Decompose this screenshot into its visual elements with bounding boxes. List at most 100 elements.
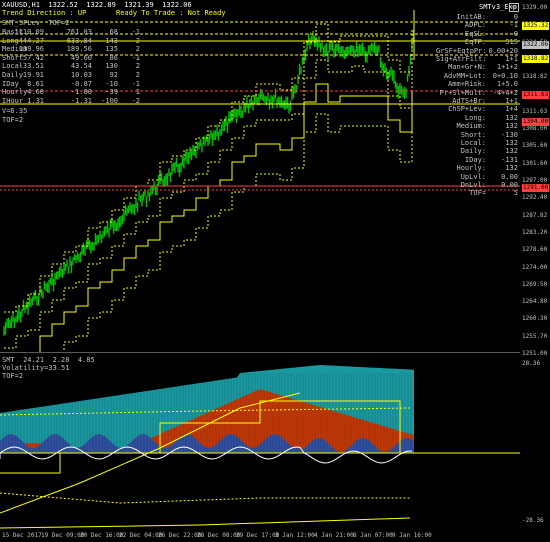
date-tick-label: 15 Dec 2017 <box>2 532 42 539</box>
date-tick-label: 3 Jan 12:00 <box>275 532 315 539</box>
date-tick-label: 28 Dec 08:00 <box>197 532 241 539</box>
panel-value: 1+4 <box>505 105 518 114</box>
panel-value: 0.00 <box>501 181 518 189</box>
price-tick-label: 1308.00 <box>522 125 548 133</box>
sub-volatility: Volatility=33.51 <box>2 364 70 372</box>
panel-value: 0 <box>513 29 518 38</box>
price-tag: 1318.82 <box>522 55 549 63</box>
panel-value: 132 <box>505 139 518 147</box>
panel-value: 0 <box>513 13 518 21</box>
price-tick-label: 1264.80 <box>522 298 548 306</box>
price-tick-label: 1251.00 <box>522 350 548 357</box>
trade-status: Ready To Trade : Not Ready <box>116 9 226 17</box>
stats-cell-d: 2 <box>135 45 140 54</box>
panel-key: Sig+AtrFilt: <box>436 55 487 63</box>
panel-key: Local: <box>460 139 486 147</box>
date-tick-label: 20 Dec 16:00 <box>80 532 124 539</box>
sub-tick-label: 28.36 <box>522 360 541 367</box>
panel-value: 0.00+20 <box>488 46 518 55</box>
oscillator-plot <box>0 365 520 529</box>
tof-line: TOF=2 <box>2 116 24 124</box>
panel-value: -131 <box>501 155 518 164</box>
time-axis[interactable]: 15 Dec 2017 19 Dec 09:00 20 Dec 16:00 22 De… <box>0 530 550 542</box>
stats-cell-d: -1 <box>131 53 140 62</box>
date-tick-label: 4 Jan 21:00 <box>314 532 354 539</box>
price-tick-label: 1278.60 <box>522 246 548 254</box>
stats-cell-a: 1110.09 <box>14 28 44 36</box>
price-tick-label: 1255.70 <box>522 332 548 340</box>
panel-key: EqTP: <box>464 38 486 47</box>
price-tag: 1311.63 <box>522 91 549 99</box>
price-tick-label: 1318.82 <box>522 73 548 81</box>
stats-cell-a: 4.60 <box>27 88 44 97</box>
price-tick-label: 1297.00 <box>522 177 548 184</box>
panel-value: 1+1+2 <box>496 63 518 72</box>
price-tick-label: 1269.50 <box>522 280 548 288</box>
lower-band-dash <box>0 492 410 504</box>
price-tag: 1322.06 <box>522 41 549 49</box>
chart-window[interactable]: XAUUSD,H1 1322.52 1322.89 1321.39 1322.0… <box>0 0 550 542</box>
price-tick-label: 1305.60 <box>522 142 548 150</box>
panel-value: 1+5.0 <box>496 80 518 89</box>
stats-cell-d: -2 <box>131 96 140 105</box>
date-tick-label: 9 Jan 16:00 <box>392 532 432 539</box>
sub-tof: TOF=2 <box>2 372 24 380</box>
stop-level-line <box>4 113 413 403</box>
date-tick-label: 29 Dec 17:00 <box>236 532 280 539</box>
panel-value: -1 <box>509 21 518 30</box>
panel-key: ADPL: <box>464 21 486 30</box>
symbol-line: XAUUSD,H1 1322.52 1322.89 1321.39 1322.0… <box>2 1 192 9</box>
panel-key: TOF= <box>469 189 486 198</box>
panel-value: 0.00 <box>501 172 518 181</box>
price-axis[interactable]: 1329.001325.321324.501322.061318.821315.… <box>520 0 550 530</box>
panel-value: 5 <box>513 189 518 198</box>
panel-key: Hourly: <box>456 164 486 173</box>
sub-tick-label: -28.36 <box>522 517 544 524</box>
date-tick-label: 22 Dec 04:00 <box>119 532 163 539</box>
stats-cell-d: 2 <box>135 71 140 79</box>
stats-cell-a: 19.91 <box>22 71 44 79</box>
price-tag: 1325.32 <box>522 22 549 30</box>
date-tick-label: 19 Dec 09:00 <box>41 532 85 539</box>
panel-key: Long: <box>464 113 486 122</box>
panel-key: UpLvl: <box>460 172 486 181</box>
trend-direction: Trend Direction : UP <box>2 9 87 17</box>
lower-band <box>0 517 411 529</box>
oscillator-subwindow[interactable] <box>0 352 520 531</box>
panel-value: 132 <box>505 122 518 131</box>
panel-key: Pr+Sl+Mult: <box>439 88 486 97</box>
panel-value: -4+4+2 <box>492 88 518 97</box>
stats-cell-a: 1.31 <box>27 96 44 105</box>
panel-key: EqSL: <box>464 29 486 38</box>
stats-cell-a: -33.51 <box>18 62 44 71</box>
stats-cell-d: 2 <box>135 62 140 71</box>
panel-value: 132 <box>505 164 518 173</box>
panel-value: 132 <box>505 147 518 156</box>
panel-key: ChSP+Lev: <box>448 105 486 114</box>
stats-cell-a: 444.27 <box>18 36 44 45</box>
panel-key: Daily: <box>460 147 486 156</box>
stats-cell-a: 8.61 <box>27 79 44 88</box>
panel-value: 132 <box>505 113 518 122</box>
panel-value: -130 <box>501 130 518 139</box>
price-tick-label: 1329.00 <box>522 4 548 11</box>
panel-key: AdvMM+Lot: <box>443 71 486 80</box>
panel-value: 0+0.10 <box>492 71 518 80</box>
panel-key: InitAB: <box>456 13 486 21</box>
smile-icon: ☺ <box>509 3 519 12</box>
stats-cell-d: 2 <box>135 36 140 45</box>
price-tag: 1291.00 <box>522 184 549 192</box>
panel-value: 515 <box>505 38 518 47</box>
price-tag: 1304.00 <box>522 118 549 126</box>
stats-cell-a: 139.96 <box>18 45 44 54</box>
date-tick-label: 8 Jan 07:00 <box>353 532 393 539</box>
stats-cell-d: 1 <box>135 88 140 97</box>
panel-key: DnLvl: <box>460 181 486 189</box>
panel-key: AdTS+Br: <box>452 97 486 105</box>
date-tick-label: 26 Dec 22:00 <box>158 532 202 539</box>
panel-value: 1+1 <box>505 55 518 63</box>
panel-value: 1+1 <box>505 97 518 105</box>
price-tick-label: 1311.63 <box>522 107 548 115</box>
price-tick-label: 1301.60 <box>522 159 548 167</box>
panel-key: IDay: <box>464 155 486 164</box>
